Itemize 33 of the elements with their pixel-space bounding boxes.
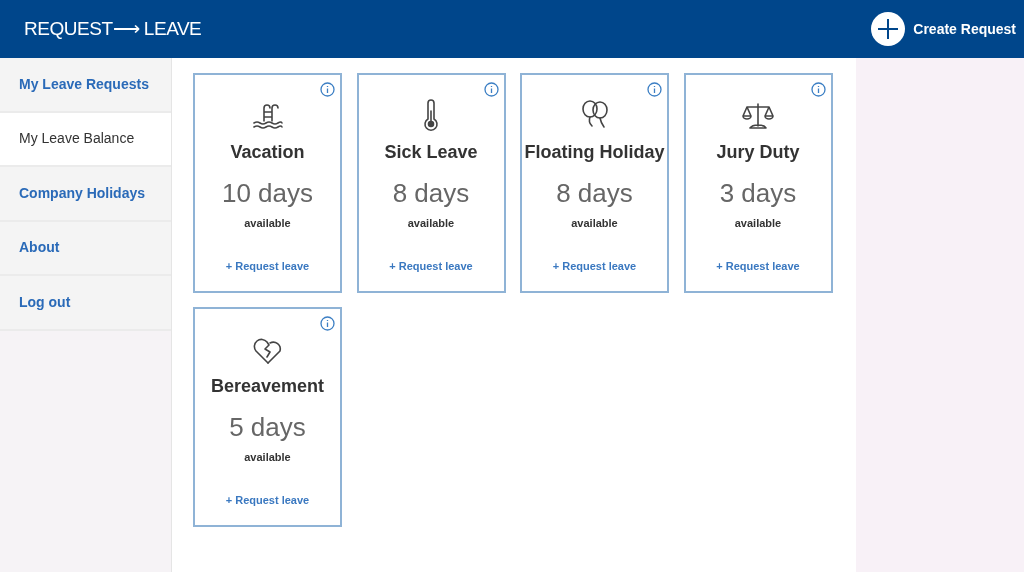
available-caption: available [244,216,291,231]
info-icon[interactable] [647,82,662,97]
scales-icon [742,101,774,131]
leave-type-title: Bereavement [210,375,325,398]
request-leave-link[interactable]: + Request leave [225,491,310,508]
create-request-button[interactable]: Create Request [871,12,1016,46]
leave-type-title: Floating Holiday [524,141,665,164]
days-amount: 8 days [556,177,633,210]
request-leave-link[interactable]: + Request leave [225,257,310,274]
available-caption: available [407,216,455,231]
leave-type-title: Jury Duty [716,141,800,164]
days-amount: 5 days [229,411,306,444]
info-icon[interactable] [320,82,335,97]
request-leave-link[interactable]: + Request leave [389,257,473,274]
sidebar-item[interactable]: My Leave Balance [0,112,171,167]
days-amount: 8 days [392,177,470,210]
request-leave-link[interactable]: + Request leave [552,257,637,274]
info-icon[interactable] [810,82,826,97]
thermometer-icon [422,99,440,131]
pool-ladder-icon [251,103,284,131]
app-logo: REQUEST⟶ LEAVE [24,16,202,41]
available-caption: available [571,216,618,231]
days-amount: 10 days [221,177,314,210]
days-amount: 3 days [719,177,797,210]
request-leave-link[interactable]: + Request leave [716,257,800,274]
leave-type-title: Vacation [230,141,305,164]
leave-type-title: Sick Leave [384,141,478,164]
plus-icon [871,12,906,46]
broken-heart-icon [251,337,284,365]
info-icon[interactable] [320,316,335,331]
available-caption: available [734,216,782,231]
available-caption: available [244,450,291,465]
info-icon[interactable] [483,82,499,97]
